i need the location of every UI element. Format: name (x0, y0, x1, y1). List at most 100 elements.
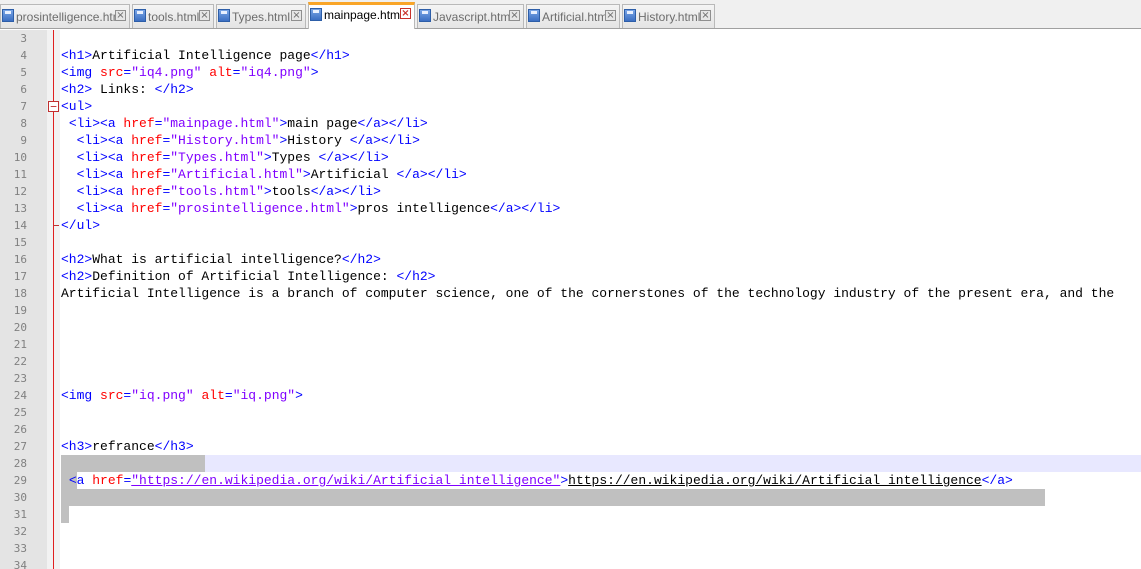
code-token-tag: <h2> (61, 269, 93, 284)
line-number: 17 (13, 270, 27, 283)
tab-mainpage-html[interactable]: mainpage.html × (308, 2, 415, 29)
code-line[interactable]: 12 <li><a href="tools.html">tools</a></l… (0, 183, 1141, 200)
code-line[interactable]: 3 (0, 30, 1141, 47)
close-icon[interactable]: × (400, 8, 411, 19)
code-line[interactable]: 4 <h1>Artificial Intelligence page</h1> (0, 47, 1141, 64)
code-token-text: Artificial Intelligence page (92, 48, 311, 63)
fold-minus-icon[interactable]: − (48, 101, 59, 112)
code-token-tag: <li><a (76, 167, 132, 182)
line-number: 24 (13, 389, 27, 402)
code-line[interactable]: 27 <h3>refrance</h3> (0, 438, 1141, 455)
code-token-tag: <h3> (61, 439, 93, 454)
code-line[interactable]: 13 <li><a href="prosintelligence.html">p… (0, 200, 1141, 217)
code-line[interactable]: 20 (0, 319, 1141, 336)
close-icon[interactable]: × (291, 10, 302, 21)
line-number: 3 (20, 32, 27, 45)
tab-history-html[interactable]: History.html × (622, 4, 715, 28)
code-line[interactable]: 15 (0, 234, 1141, 251)
code-line[interactable]: 33 (0, 540, 1141, 557)
tab-tools-html[interactable]: tools.html × (132, 4, 214, 28)
code-line[interactable]: 17 <h2>Definition of Artificial Intellige… (0, 268, 1141, 285)
close-icon[interactable]: × (700, 10, 711, 21)
code-token-tag: </a></li> (490, 201, 561, 216)
line-number: 19 (13, 304, 27, 317)
line-number: 18 (13, 287, 27, 300)
fold-end-icon (53, 225, 59, 226)
code-line[interactable]: 14 </ul> (0, 217, 1141, 234)
code-line[interactable]: 7 − <ul> (0, 98, 1141, 115)
code-line[interactable]: 31 (0, 506, 1141, 523)
code-text: <a href="https://en.wikipedia.org/wiki/A… (61, 473, 1021, 488)
code-line[interactable]: 29 <a href="https://en.wikipedia.org/wik… (0, 472, 1141, 489)
code-line[interactable]: 26 (0, 421, 1141, 438)
code-token-val: "tools.html" (170, 184, 264, 199)
file-icon (134, 9, 146, 22)
code-line[interactable]: 6 <h2> Links: </h2> (0, 81, 1141, 98)
code-line[interactable]: 23 (0, 370, 1141, 387)
code-line[interactable]: 19 (0, 302, 1141, 319)
code-token-tag: </h2> (396, 269, 436, 284)
code-line[interactable]: 9 <li><a href="History.html">History </a… (0, 132, 1141, 149)
line-number: 13 (13, 202, 27, 215)
line-number: 27 (13, 440, 27, 453)
tab-types-html[interactable]: Types.html × (216, 4, 306, 28)
code-token-attr: href (131, 133, 163, 148)
code-line[interactable]: 32 (0, 523, 1141, 540)
close-icon[interactable]: × (509, 10, 520, 21)
code-token-val: "History.html" (170, 133, 280, 148)
code-token-tag: > (302, 167, 311, 182)
code-token-val: "iq.png" (232, 388, 296, 403)
code-token-tag: <li><a (76, 133, 132, 148)
code-token-tag: </a></li> (357, 116, 428, 131)
code-line[interactable]: 21 (0, 336, 1141, 353)
code-text: <h2>Definition of Artificial Intelligenc… (61, 269, 435, 284)
code-line[interactable]: 8 <li><a href="mainpage.html">main page<… (0, 115, 1141, 132)
file-icon (218, 9, 230, 22)
code-token-tag: <h2> (61, 82, 93, 97)
code-line[interactable]: 18 Artificial Intelligence is a branch of… (0, 285, 1141, 302)
code-line[interactable]: 22 (0, 353, 1141, 370)
tab-javascript-html[interactable]: Javascript.html × (417, 4, 524, 28)
tab-label: tools.html (148, 10, 200, 24)
close-icon[interactable]: × (605, 10, 616, 21)
code-line[interactable]: 30 (0, 489, 1141, 506)
code-token-text: https://en.wikipedia.org/wiki/Artificial… (568, 473, 982, 488)
code-line[interactable]: 34 (0, 557, 1141, 569)
code-editor[interactable]: 3 4 <h1>Artificial Intelligence page</h1> 5… (0, 30, 1141, 569)
code-line[interactable]: 16 <h2>What is artificial intelligence?</… (0, 251, 1141, 268)
code-token-tag: </ul> (61, 218, 101, 233)
code-token-tag: </a></li> (310, 184, 381, 199)
code-line[interactable]: 25 (0, 404, 1141, 421)
line-number: 15 (13, 236, 27, 249)
tab-label: Javascript.html (433, 10, 514, 24)
code-token-text: History (287, 133, 350, 148)
code-line[interactable]: 10 <li><a href="Types.html">Types </a></… (0, 149, 1141, 166)
code-line[interactable]: 24 <img src="iq.png" alt="iq.png"> (0, 387, 1141, 404)
line-number: 20 (13, 321, 27, 334)
code-token-tag: </a></li> (318, 150, 389, 165)
line-number: 23 (13, 372, 27, 385)
tab-label: Artificial.html (542, 10, 611, 24)
tab-prosintelligence-html[interactable]: prosintelligence.html × (0, 4, 130, 28)
tab-artificial-html[interactable]: Artificial.html × (526, 4, 620, 28)
code-token-tag: <li><a (76, 201, 132, 216)
code-token-tag: <img (61, 65, 101, 80)
code-line[interactable]: 28 (0, 455, 1141, 472)
code-text: <li><a href="mainpage.html">main page</a… (61, 116, 428, 131)
code-line[interactable]: 5 <img src="iq4.png" alt="iq4.png"> (0, 64, 1141, 81)
code-text: <ul> (61, 99, 92, 114)
code-token-tag: </a> (981, 473, 1013, 488)
file-icon (528, 9, 540, 22)
code-token-tag: > (560, 473, 569, 488)
code-token-val: "Artificial.html" (170, 167, 303, 182)
close-icon[interactable]: × (199, 10, 210, 21)
file-icon (310, 8, 322, 21)
code-token-tag: </a></li> (349, 133, 420, 148)
line-number: 5 (20, 66, 27, 79)
line-number: 7 (20, 100, 27, 113)
close-icon[interactable]: × (115, 10, 126, 21)
code-line[interactable]: 11 <li><a href="Artificial.html">Artific… (0, 166, 1141, 183)
